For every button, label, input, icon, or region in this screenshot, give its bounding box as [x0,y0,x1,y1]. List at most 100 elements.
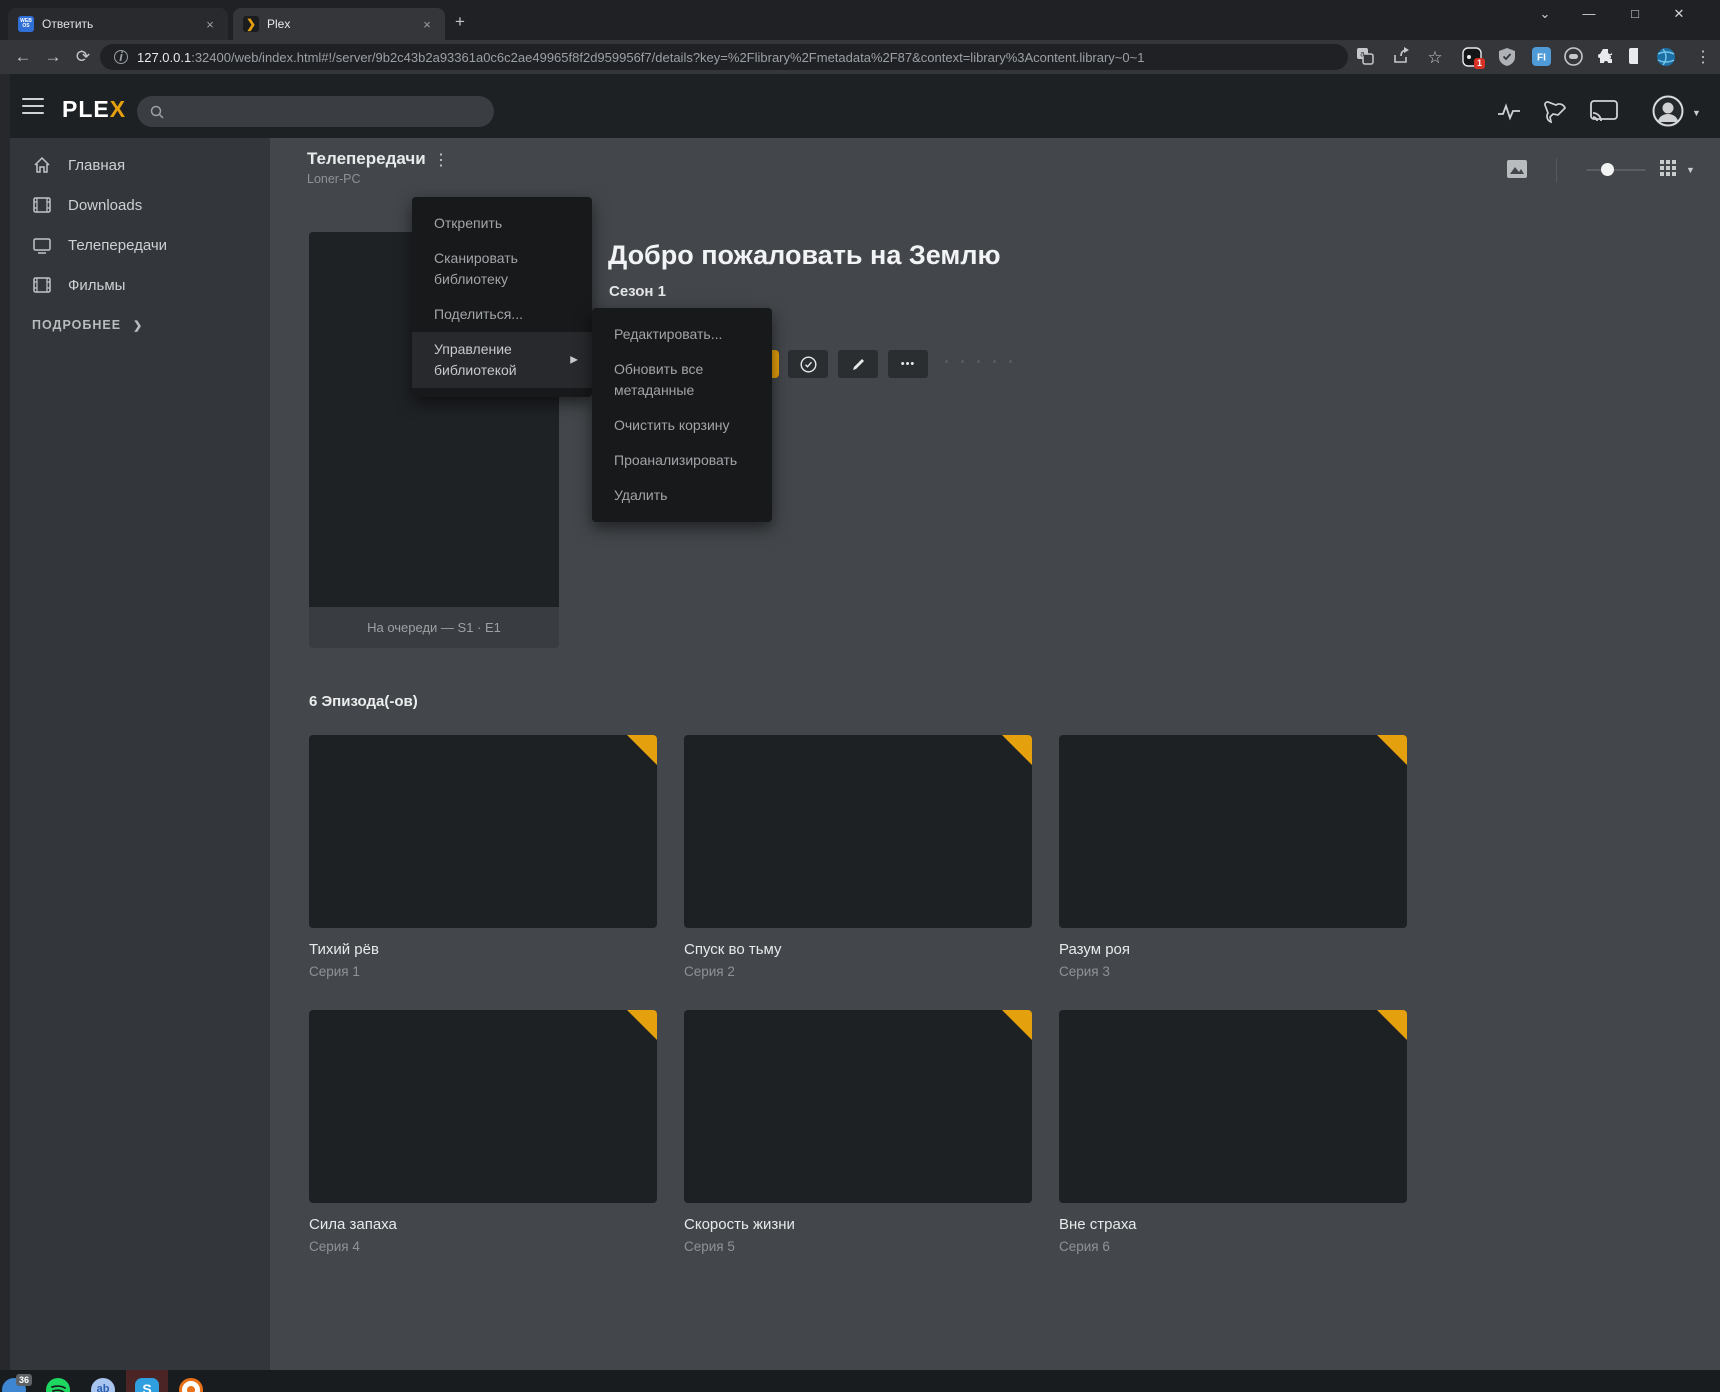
avatar[interactable] [1652,95,1678,121]
poster-view-icon[interactable] [1506,159,1528,179]
sidebar-item-movies[interactable]: Фильмы [10,266,270,304]
menu-item-scan-library[interactable]: Сканировать библиотеку [412,241,592,297]
episode-thumbnail[interactable] [684,735,1032,928]
unwatched-badge [1377,1010,1407,1040]
menu-item-unpin[interactable]: Открепить [412,206,592,241]
settings-wrench-icon[interactable] [1542,99,1568,125]
tab-close-icon[interactable]: × [202,17,218,32]
browser-menu-kebab-icon[interactable]: ⋮ [1692,47,1714,69]
window-close-button[interactable]: ✕ [1666,6,1692,22]
submenu-item-refresh-metadata[interactable]: Обновить все метаданные [592,352,772,408]
sidebar-item-home[interactable]: Главная [10,146,270,184]
sidepanel-icon[interactable] [1628,47,1650,69]
new-tab-button[interactable]: + [455,12,465,32]
context-menu: Открепить Сканировать библиотеку Поделит… [412,197,592,397]
menu-item-share[interactable]: Поделиться... [412,297,592,332]
rating-dots[interactable] [945,360,1012,363]
next-up-label[interactable]: На очереди — S1 · E1 [309,607,559,648]
shield-extension-icon[interactable] [1498,47,1520,69]
bookmark-star-icon[interactable]: ☆ [1424,47,1446,69]
window-maximize-button[interactable]: □ [1622,6,1648,21]
sidebar-more-button[interactable]: ПОДРОБНЕЕ ❯ [32,318,143,332]
episode-title[interactable]: Скорость жизни [684,1216,1032,1233]
extensions-puzzle-icon[interactable] [1596,47,1618,69]
episode-card[interactable]: Вне страха Серия 6 [1059,1010,1407,1254]
episode-thumbnail[interactable] [309,735,657,928]
home-icon [32,155,52,175]
globe-extension-icon[interactable] [1656,47,1678,69]
cast-icon[interactable] [1590,99,1616,125]
episode-title[interactable]: Тихий рёв [309,941,657,958]
grid-view-icon[interactable] [1660,160,1678,178]
submenu-item-delete[interactable]: Удалить [592,478,772,513]
back-button[interactable]: ← [8,47,38,67]
screen: WEBOS Ответить × ❯ Plex × + ⌄ — □ ✕ ← → … [0,0,1720,1392]
tab-close-icon[interactable]: × [419,17,435,32]
episode-thumbnail[interactable] [1059,735,1407,928]
plex-logo[interactable]: PLEX [62,96,126,123]
unwatched-badge [627,735,657,765]
url-text: 127.0.0.1:32400/web/index.html#!/server/… [137,50,1144,65]
window-menu-icon[interactable]: ⌄ [1532,6,1558,22]
unwatched-badge [1377,735,1407,765]
view-caret-icon[interactable]: ▼ [1686,165,1695,175]
submenu-item-edit[interactable]: Редактировать... [592,317,772,352]
window-minimize-button[interactable]: — [1576,6,1602,21]
robot-extension-icon[interactable] [1564,47,1586,69]
address-bar[interactable]: i 127.0.0.1:32400/web/index.html#!/serve… [100,44,1348,70]
header-divider [1556,158,1557,182]
submenu-arrow-icon: ▶ [570,350,578,371]
more-actions-button[interactable]: ••• [888,350,928,378]
sidebar-item-downloads[interactable]: Downloads [10,186,270,224]
fi-extension-icon[interactable]: FI [1532,47,1554,69]
episode-card[interactable]: Разум роя Серия 3 [1059,735,1407,979]
site-info-icon[interactable]: i [114,50,128,64]
share-icon[interactable] [1392,47,1414,69]
episode-title[interactable]: Вне страха [1059,1216,1407,1233]
episode-subtitle: Серия 1 [309,964,657,979]
svg-text:a: a [1360,50,1365,59]
taskbar-count-badge: 36 [16,1374,32,1386]
size-slider-track[interactable] [1586,169,1646,171]
reload-button[interactable]: ⟳ [68,47,98,67]
episode-subtitle: Серия 6 [1059,1239,1407,1254]
episode-thumbnail[interactable] [1059,1010,1407,1203]
tab-otvetit[interactable]: WEBOS Ответить × [8,8,228,40]
account-caret-icon[interactable]: ▼ [1692,108,1701,118]
translate-icon[interactable]: a [1356,47,1378,69]
windows-taskbar [0,1370,1720,1392]
size-slider-thumb[interactable] [1601,163,1614,176]
search-input[interactable] [137,96,494,127]
spotify-icon[interactable] [46,1378,70,1392]
activity-icon[interactable] [1496,99,1522,125]
submenu-item-analyze[interactable]: Проанализировать [592,443,772,478]
skype-icon[interactable]: S [135,1378,159,1392]
submenu-item-empty-trash[interactable]: Очистить корзину [592,408,772,443]
page-title: Добро пожаловать на Землю [608,240,1001,271]
library-kebab-menu-button[interactable]: ⋮ [433,157,445,164]
episode-subtitle: Серия 3 [1059,964,1407,979]
svg-text:FI: FI [1537,53,1546,64]
episode-card[interactable]: Скорость жизни Серия 5 [684,1010,1032,1254]
episode-card[interactable]: Тихий рёв Серия 1 [309,735,657,979]
forward-button[interactable]: → [38,47,68,67]
episode-thumbnail[interactable] [684,1010,1032,1203]
episode-thumbnail[interactable] [309,1010,657,1203]
tab-plex[interactable]: ❯ Plex × [233,8,445,40]
tab-title: Plex [267,17,411,31]
menu-item-manage-library[interactable]: Управление библиотекой ▶ [412,332,592,388]
episode-card[interactable]: Сила запаха Серия 4 [309,1010,657,1254]
mark-watched-button[interactable] [788,350,828,378]
tv-icon [32,235,52,255]
episode-title[interactable]: Спуск во тьму [684,941,1032,958]
episode-subtitle: Серия 2 [684,964,1032,979]
browser-tab-strip: WEBOS Ответить × ❯ Plex × + ⌄ — □ ✕ [0,0,1720,40]
episode-card[interactable]: Спуск во тьму Серия 2 [684,735,1032,979]
taskbar-profile-icon[interactable] [179,1378,203,1392]
hamburger-menu-icon[interactable] [22,98,44,114]
episode-title[interactable]: Сила запаха [309,1216,657,1233]
edit-button[interactable] [838,350,878,378]
episode-title[interactable]: Разум роя [1059,941,1407,958]
sidebar-item-tv-shows[interactable]: Телепередачи [10,226,270,264]
sidebar: Главная Downloads Телепередачи Фильмы ПО… [10,138,270,1370]
